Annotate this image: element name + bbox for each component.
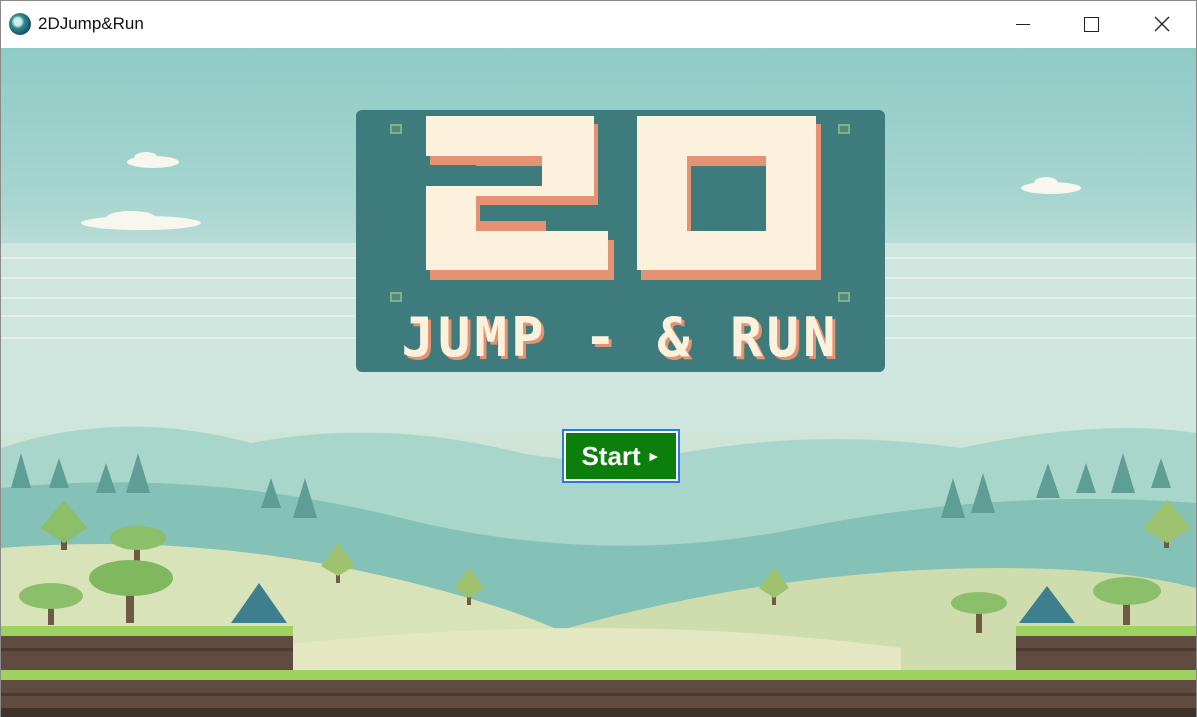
game-logo: JUMP - & RUN	[356, 110, 885, 372]
logo-subtitle: JUMP - & RUN	[401, 306, 840, 369]
window-title: 2DJump&Run	[38, 14, 144, 33]
cloud	[81, 211, 201, 230]
logo-rivet	[838, 292, 850, 302]
logo-rivet	[390, 292, 402, 302]
start-button-label: Start	[581, 440, 641, 471]
maximize-button[interactable]	[1057, 1, 1126, 47]
start-button[interactable]: Start ►	[562, 429, 680, 483]
maximize-icon	[1084, 16, 1099, 32]
start-button-face: Start ►	[566, 433, 676, 479]
cloud	[127, 152, 179, 168]
game-globe-icon	[9, 13, 31, 35]
title-bar[interactable]: 2DJump&Run	[1, 1, 1196, 47]
close-button[interactable]	[1127, 1, 1196, 47]
minimize-button[interactable]	[988, 1, 1057, 47]
close-icon	[1154, 16, 1169, 32]
right-platform	[1016, 626, 1196, 671]
game-scene: JUMP - & RUN Start ►	[1, 48, 1196, 717]
play-arrow-icon: ►	[646, 448, 661, 464]
game-window: 2DJump&Run JUMP - & RUN Start ►	[0, 0, 1197, 717]
logo-2d-text	[426, 116, 821, 280]
cloud	[1021, 177, 1081, 194]
minimize-icon	[1015, 23, 1030, 25]
left-platform	[1, 626, 293, 671]
ground-strip	[1, 670, 1196, 717]
